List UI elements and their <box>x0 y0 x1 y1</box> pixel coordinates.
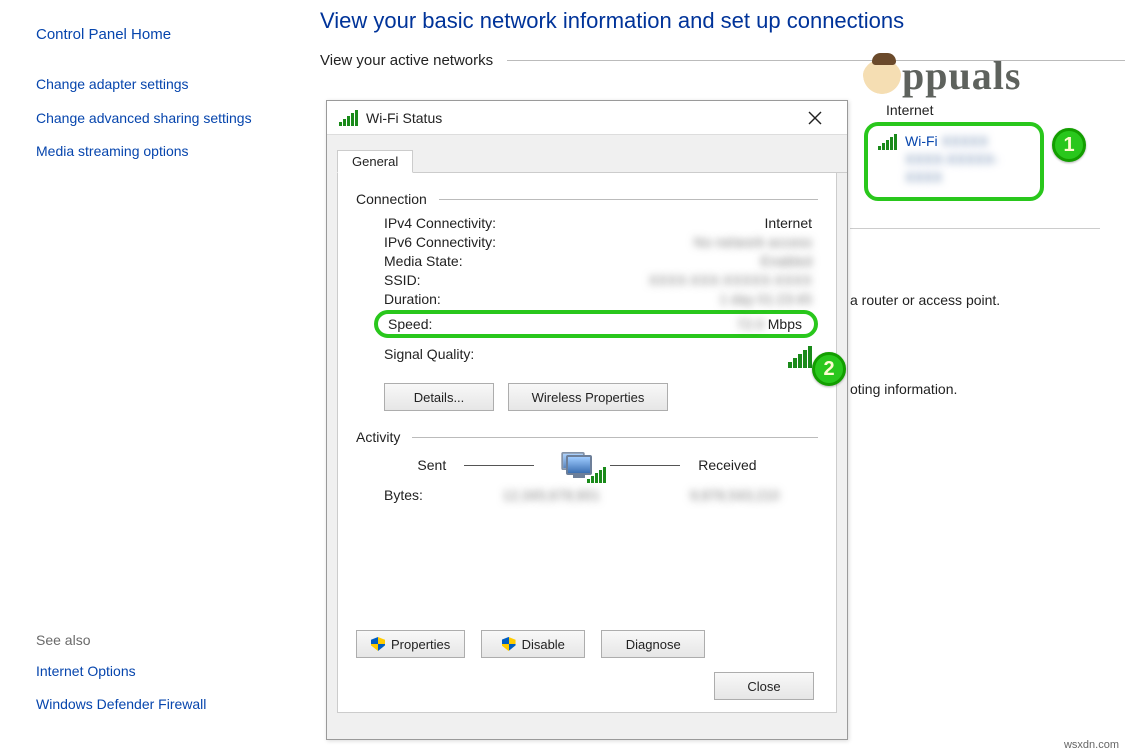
computers-icon <box>552 455 592 475</box>
dialog-close-button[interactable] <box>795 104 835 132</box>
details-button[interactable]: Details... <box>384 383 494 411</box>
media-state-label: Media State: <box>384 253 559 269</box>
dialog-pane: Connection IPv4 Connectivity: Internet I… <box>337 173 837 713</box>
divider <box>439 199 818 200</box>
row-duration: Duration: 1 day 01:23:45 <box>384 291 818 307</box>
sent-label: Sent <box>417 457 446 473</box>
bytes-sent-value: 12,345,678,901 <box>503 487 600 503</box>
windows-defender-firewall-link[interactable]: Windows Defender Firewall <box>36 695 276 715</box>
active-network-wifi: Internet Wi-Fi XXXXX XXXX-XXXXX-XXXX <box>864 102 1044 201</box>
speed-number: 72.0 <box>737 316 764 332</box>
wifi-titlebar-icon <box>339 110 358 126</box>
wifi-connection-link[interactable]: Wi-Fi XXXXX XXXX-XXXXX-XXXX <box>905 132 1030 187</box>
dialog-close-row: Close <box>714 672 814 700</box>
main-content: View your basic network information and … <box>320 8 1125 85</box>
connection-label: Connection <box>356 191 427 207</box>
row-ipv4: IPv4 Connectivity: Internet <box>384 215 818 231</box>
dialog-bottom-buttons: Properties Disable Diagnose <box>356 630 705 658</box>
wifi-link-highlight: Wi-Fi XXXXX XXXX-XXXXX-XXXX <box>864 122 1044 201</box>
active-networks-group: View your active networks <box>320 52 1125 69</box>
dialog-tabs: General <box>337 149 847 173</box>
change-adapter-settings-link[interactable]: Change adapter settings <box>36 75 276 95</box>
speed-value: 72.0 Mbps <box>563 316 808 332</box>
ipv6-value: No network access <box>559 234 818 250</box>
bytes-row: Bytes: 12,345,678,901 9,876,543,210 <box>384 487 818 503</box>
access-type-label: Internet <box>886 102 1044 118</box>
ipv4-value: Internet <box>559 215 818 231</box>
properties-button[interactable]: Properties <box>356 630 465 658</box>
row-signal-quality: Signal Quality: <box>384 346 818 371</box>
page-title: View your basic network information and … <box>320 8 1125 34</box>
wifi-link-blur1: XXXXX <box>942 133 989 149</box>
source-note: wsxdn.com <box>1064 739 1119 751</box>
wifi-signal-icon <box>878 134 897 150</box>
ipv6-label: IPv6 Connectivity: <box>384 234 559 250</box>
activity-section-head: Activity <box>356 429 818 445</box>
ipv4-label: IPv4 Connectivity: <box>384 215 559 231</box>
row-ipv6: IPv6 Connectivity: No network access <box>384 234 818 250</box>
close-button[interactable]: Close <box>714 672 814 700</box>
bg-text-router: a router or access point. <box>850 292 1000 308</box>
annotation-callout-2: 2 <box>812 352 846 386</box>
see-also-heading: See also <box>36 632 276 648</box>
row-ssid: SSID: XXXX-XXX-XXXXX-XXXX <box>384 272 818 288</box>
media-streaming-options-link[interactable]: Media streaming options <box>36 142 276 162</box>
bytes-received-value: 9,876,543,210 <box>690 487 780 503</box>
signal-quality-icon <box>788 346 812 368</box>
annotation-callout-1: 1 <box>1052 128 1086 162</box>
divider <box>412 437 818 438</box>
activity-visual: Sent Received <box>356 455 818 475</box>
ssid-value: XXXX-XXX-XXXXX-XXXX <box>559 272 818 288</box>
wifi-link-blur2: XXXX-XXXXX-XXXX <box>905 151 998 185</box>
duration-value: 1 day 01:23:45 <box>559 291 818 307</box>
media-state-value: Enabled <box>559 253 818 269</box>
signal-quality-value <box>559 346 818 371</box>
activity-line-left <box>464 465 534 466</box>
wireless-properties-button[interactable]: Wireless Properties <box>508 383 668 411</box>
wifi-status-dialog: Wi-Fi Status General Connection IPv4 Con… <box>326 100 848 740</box>
internet-options-link[interactable]: Internet Options <box>36 662 276 682</box>
dialog-titlebar: Wi-Fi Status <box>327 101 847 135</box>
shield-icon <box>371 637 385 651</box>
tab-general[interactable]: General <box>337 150 413 173</box>
row-speed-highlight: Speed: 72.0 Mbps <box>374 310 818 338</box>
divider <box>507 60 1125 61</box>
close-icon <box>808 111 822 125</box>
change-advanced-sharing-link[interactable]: Change advanced sharing settings <box>36 109 276 129</box>
signal-quality-label: Signal Quality: <box>384 346 559 371</box>
duration-label: Duration: <box>384 291 559 307</box>
activity-section: Activity Sent Received Bytes: <box>356 429 818 503</box>
row-media-state: Media State: Enabled <box>384 253 818 269</box>
disable-button[interactable]: Disable <box>481 630 585 658</box>
connection-section-head: Connection <box>356 191 818 207</box>
wifi-link-label: Wi-Fi <box>905 133 938 149</box>
bytes-label: Bytes: <box>384 487 464 503</box>
ssid-label: SSID: <box>384 272 559 288</box>
sidebar: Control Panel Home Change adapter settin… <box>0 0 300 753</box>
received-label: Received <box>698 457 756 473</box>
speed-label: Speed: <box>388 316 563 332</box>
control-panel-home-link[interactable]: Control Panel Home <box>36 26 276 43</box>
active-networks-label: View your active networks <box>320 52 493 69</box>
connection-buttons: Details... Wireless Properties <box>384 383 818 411</box>
properties-button-label: Properties <box>391 637 450 652</box>
shield-icon <box>502 637 516 651</box>
bg-divider <box>850 228 1100 229</box>
bg-text-oting: oting information. <box>850 381 957 397</box>
diagnose-button[interactable]: Diagnose <box>601 630 705 658</box>
activity-line-right <box>610 465 680 466</box>
activity-label: Activity <box>356 429 400 445</box>
dialog-title: Wi-Fi Status <box>366 110 442 126</box>
disable-button-label: Disable <box>522 637 565 652</box>
speed-unit: Mbps <box>768 316 802 332</box>
